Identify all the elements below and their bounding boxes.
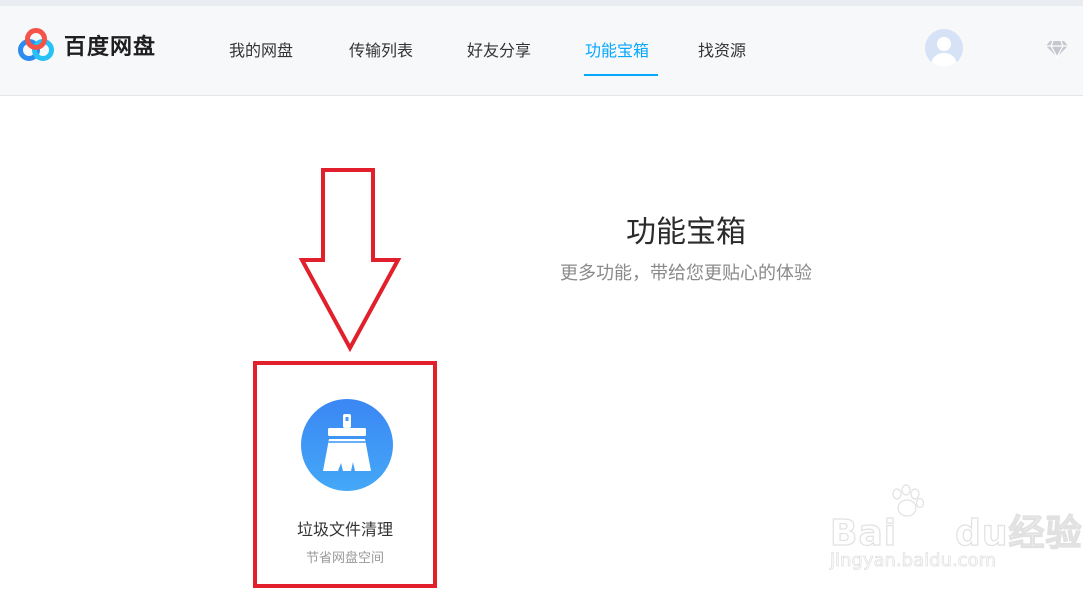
nav-tab-find-resources[interactable]: 找资源 (698, 37, 746, 61)
diamond-icon[interactable] (1045, 40, 1069, 58)
nav-tab-my-disk[interactable]: 我的网盘 (229, 37, 293, 61)
broom-icon (301, 399, 393, 491)
top-header: 百度网盘 我的网盘 传输列表 好友分享 功能宝箱 找资源 (0, 6, 1083, 96)
active-tab-indicator (584, 74, 658, 76)
nav-tab-friend-share[interactable]: 好友分享 (467, 37, 531, 61)
page-title: 功能宝箱 (626, 215, 746, 250)
watermark-url: jingyan.baidu.com (830, 550, 997, 572)
baidu-netdisk-logo-icon (18, 28, 54, 61)
watermark-brand: Bai du经验 (829, 512, 1083, 554)
tool-card-junk-cleaner[interactable]: 垃圾文件清理 节省网盘空间 (253, 361, 437, 588)
app-name: 百度网盘 (64, 35, 157, 60)
user-avatar-icon (925, 29, 963, 67)
annotation-down-arrow-icon (298, 168, 402, 352)
nav-tab-toolbox[interactable]: 功能宝箱 (585, 37, 649, 61)
page-subtitle: 更多功能，带给您更贴心的体验 (560, 263, 812, 284)
tool-name: 垃圾文件清理 (296, 520, 393, 539)
tool-description: 节省网盘空间 (305, 551, 384, 566)
app-logo[interactable]: 百度网盘 (16, 28, 156, 62)
app-window: 百度网盘 我的网盘 传输列表 好友分享 功能宝箱 找资源 功能宝箱 更多功能，带… (0, 0, 1083, 602)
user-avatar[interactable] (925, 29, 963, 67)
nav-tab-transfer-list[interactable]: 传输列表 (349, 37, 413, 61)
baidu-jingyan-watermark: Bai du经验 jingyan.baidu.com (826, 484, 1082, 584)
